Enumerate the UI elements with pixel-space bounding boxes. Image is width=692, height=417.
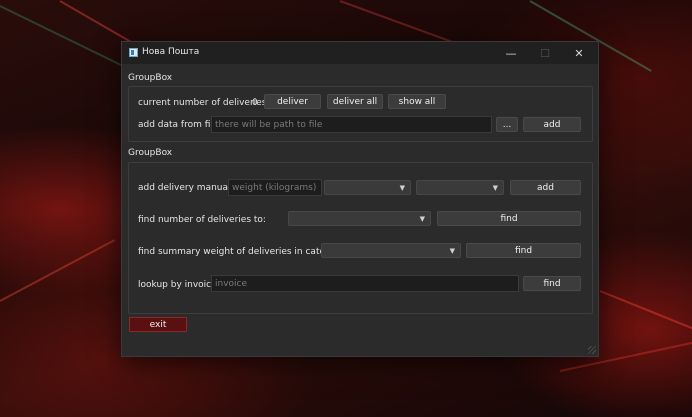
maximize-button[interactable]: ☐ <box>528 42 562 64</box>
wallpaper-streak <box>599 290 692 330</box>
find-count-select[interactable]: ▼ <box>288 211 431 226</box>
find-weight-button[interactable]: find <box>466 243 581 258</box>
group1-title: GroupBox <box>128 73 173 83</box>
deliver-all-button[interactable]: deliver all <box>327 94 383 109</box>
invoice-find-button[interactable]: find <box>523 276 581 291</box>
wallpaper-streak <box>0 239 116 302</box>
find-count-button[interactable]: find <box>437 211 581 226</box>
weight-input[interactable]: weight (kilograms) <box>228 179 322 196</box>
app-icon <box>129 48 138 57</box>
add-file-button[interactable]: add <box>523 117 581 132</box>
manual-category-select[interactable]: ▼ <box>324 180 411 195</box>
deliver-button[interactable]: deliver <box>264 94 321 109</box>
delivery-count-value: 0 <box>252 98 258 108</box>
delivery-count-label: current number of deliveries: <box>138 98 270 108</box>
app-window: Нова Пошта — ☐ ✕ GroupBox current number… <box>121 41 599 357</box>
show-all-button[interactable]: show all <box>388 94 446 109</box>
invoice-input[interactable]: invoice <box>211 275 519 292</box>
chevron-down-icon: ▼ <box>492 184 498 192</box>
minimize-button[interactable]: — <box>494 42 528 64</box>
file-path-input[interactable]: there will be path to file <box>211 116 492 133</box>
chevron-down-icon: ▼ <box>419 215 425 223</box>
window-title: Нова Пошта <box>142 47 200 57</box>
title-bar[interactable]: Нова Пошта — ☐ ✕ <box>122 42 598 64</box>
file-label: add data from file <box>138 120 219 130</box>
close-button[interactable]: ✕ <box>562 42 596 64</box>
exit-button[interactable]: exit <box>129 317 187 332</box>
manual-delivery-label: add delivery manually: <box>138 183 241 193</box>
manual-destination-select[interactable]: ▼ <box>416 180 504 195</box>
resize-grip-icon[interactable] <box>588 346 596 354</box>
add-manual-button[interactable]: add <box>510 180 581 195</box>
group2-title: GroupBox <box>128 148 173 158</box>
browse-button[interactable]: ... <box>496 117 518 132</box>
invoice-label: lookup by invoice: <box>138 280 220 290</box>
find-count-label: find number of deliveries to: <box>138 215 266 225</box>
chevron-down-icon: ▼ <box>399 184 405 192</box>
find-weight-select[interactable]: ▼ <box>321 243 461 258</box>
chevron-down-icon: ▼ <box>449 247 455 255</box>
find-weight-label: find summary weight of deliveries in cat… <box>138 247 348 257</box>
